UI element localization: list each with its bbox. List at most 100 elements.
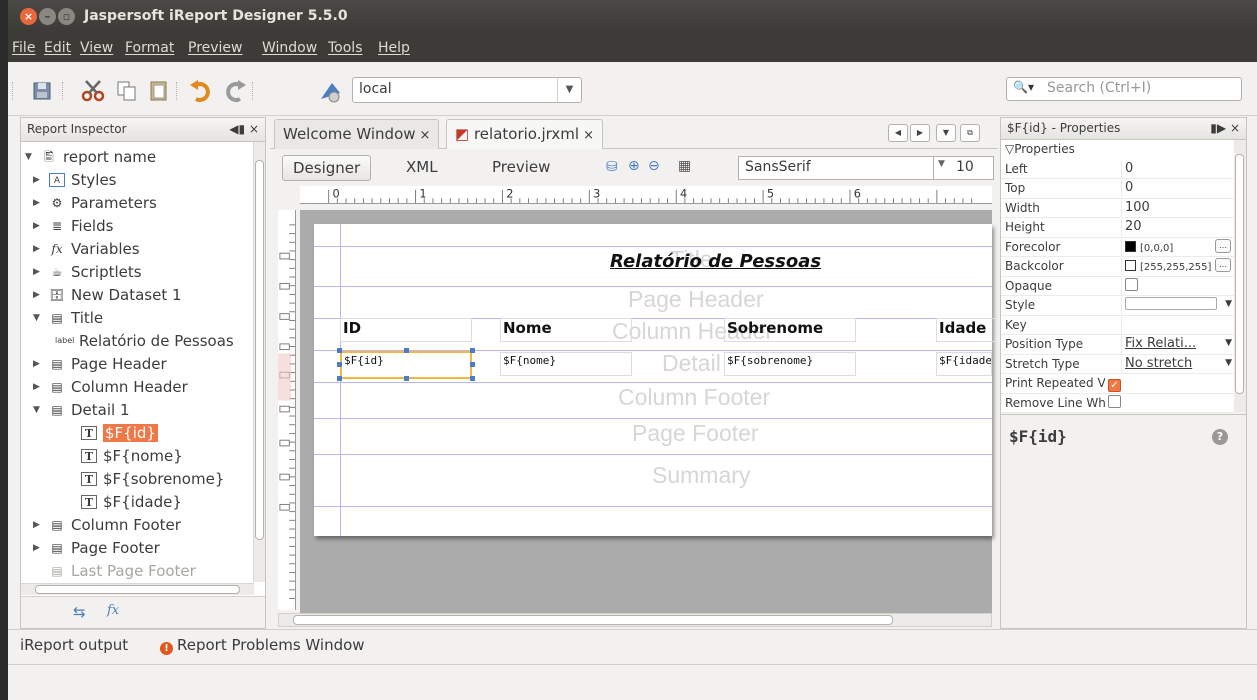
- menu-edit[interactable]: Edit: [44, 40, 71, 56]
- tree-title-band[interactable]: ▼ ▤ Title: [33, 307, 103, 329]
- close-window-icon[interactable]: ×: [20, 8, 37, 25]
- menu-preview[interactable]: Preview: [188, 40, 243, 56]
- property-section-header[interactable]: ▽Properties: [1001, 140, 1234, 160]
- header-id[interactable]: ID: [340, 318, 472, 342]
- tree-field-id[interactable]: T $F{id}: [77, 422, 158, 444]
- cut-icon[interactable]: [80, 79, 106, 103]
- properties-vertical-scrollbar[interactable]: [1234, 140, 1246, 412]
- property-row-forecolor[interactable]: Forecolor [0,0,0] …: [1001, 238, 1234, 257]
- scroll-tabs-left-icon[interactable]: ◀: [888, 124, 908, 142]
- panel-minimize-close-icon[interactable]: ▮▶ ×: [1210, 121, 1240, 135]
- menu-file[interactable]: File: [12, 40, 35, 56]
- tree-scriptlets[interactable]: ▶ ☕ Scriptlets: [33, 261, 142, 283]
- resize-handle[interactable]: [470, 362, 475, 367]
- resize-handle[interactable]: [337, 348, 342, 353]
- field-nome[interactable]: $F{nome}: [500, 352, 632, 376]
- menu-tools[interactable]: Tools: [328, 40, 363, 56]
- inspector-vertical-scrollbar[interactable]: [253, 142, 265, 582]
- ellipsis-button[interactable]: …: [1215, 258, 1231, 272]
- resize-handle[interactable]: [337, 362, 342, 367]
- minimize-window-icon[interactable]: –: [39, 8, 56, 25]
- tree-styles[interactable]: ▶ A Styles: [33, 169, 117, 191]
- tree-field-sobrenome[interactable]: T $F{sobrenome}: [77, 468, 224, 490]
- close-tab-icon[interactable]: ×: [583, 128, 594, 143]
- resize-handle[interactable]: [404, 348, 409, 353]
- save-all-icon[interactable]: [30, 79, 56, 103]
- tree-parameters[interactable]: ▶ ⚙ Parameters: [33, 192, 157, 214]
- resize-handle[interactable]: [470, 376, 475, 381]
- tree-variables[interactable]: ▶ fx Variables: [33, 238, 140, 260]
- ellipsis-button[interactable]: …: [1215, 238, 1231, 253]
- tree-fields[interactable]: ▶ ≣ Fields: [33, 215, 113, 237]
- undo-icon[interactable]: [188, 79, 214, 103]
- connection-select[interactable]: local ▼: [352, 77, 582, 103]
- font-size-select[interactable]: ▼ 10: [934, 156, 994, 180]
- zoom-in-icon[interactable]: ⊕: [628, 158, 640, 174]
- properties-icon[interactable]: ▦: [678, 158, 691, 174]
- tree-page-header[interactable]: ▶ ▤ Page Header: [33, 353, 167, 375]
- tree-field-nome[interactable]: T $F{nome}: [77, 445, 183, 467]
- property-row-backcolor[interactable]: Backcolor [255,255,255] …: [1001, 257, 1234, 277]
- add-parameter-icon[interactable]: ⇆: [73, 603, 86, 621]
- field-id-selected[interactable]: $F{id}: [340, 351, 472, 379]
- tab-welcome-window[interactable]: Welcome Window ×: [274, 119, 440, 149]
- property-row-remove-line[interactable]: Remove Line Whe: [1001, 394, 1234, 413]
- field-sobrenome[interactable]: $F{sobrenome}: [724, 352, 856, 376]
- tab-list-icon[interactable]: ▼: [936, 124, 956, 142]
- header-nome[interactable]: Nome: [500, 318, 632, 342]
- tab-ireport-output[interactable]: iReport output: [20, 636, 128, 654]
- maximize-window-icon[interactable]: ▫: [58, 8, 75, 25]
- report-title-text[interactable]: Relatório de Pessoas: [610, 251, 821, 272]
- property-row-style[interactable]: Style ▼: [1001, 296, 1234, 316]
- field-idade[interactable]: $F{idade}: [936, 352, 992, 376]
- property-row-print-repeated[interactable]: Print Repeated Va ✓: [1001, 374, 1234, 394]
- property-row-position-type[interactable]: Position Type Fix Relati... ▼: [1001, 335, 1234, 355]
- print-repeated-checkbox[interactable]: ✓: [1108, 379, 1121, 392]
- zoom-out-icon[interactable]: ⊖: [648, 158, 660, 174]
- copy-icon[interactable]: [114, 79, 140, 103]
- maximize-editor-icon[interactable]: ⧉: [960, 124, 980, 142]
- resize-handle[interactable]: [470, 348, 475, 353]
- scroll-tabs-right-icon[interactable]: ▶: [910, 124, 930, 142]
- design-canvas[interactable]: Title Page Header Column Header Detail C…: [300, 210, 996, 614]
- canvas-horizontal-scrollbar[interactable]: [278, 613, 992, 627]
- menu-window[interactable]: Window: [262, 40, 317, 56]
- resize-handle[interactable]: [337, 376, 342, 381]
- close-tab-icon[interactable]: ×: [420, 128, 431, 143]
- tab-report-problems[interactable]: ! Report Problems Window: [160, 636, 365, 655]
- tab-relatorio[interactable]: ◩ relatorio.jrxml ×: [446, 119, 603, 149]
- tree-column-footer[interactable]: ▶ ▤ Column Footer: [33, 514, 181, 536]
- tree-last-page-footer[interactable]: ▤ Last Page Footer: [33, 560, 196, 582]
- property-row-left[interactable]: Left 0: [1001, 160, 1234, 179]
- paste-icon[interactable]: [146, 79, 172, 103]
- resize-handle[interactable]: [404, 376, 409, 381]
- datasource-icon[interactable]: [318, 79, 344, 103]
- menu-format[interactable]: Format: [125, 40, 174, 56]
- tree-report-name[interactable]: ▼ 🖺 report name: [25, 146, 156, 168]
- property-row-top[interactable]: Top 0: [1001, 179, 1234, 199]
- designer-view-button[interactable]: Designer: [282, 155, 372, 181]
- header-sobrenome[interactable]: Sobrenome: [724, 318, 856, 342]
- remove-line-checkbox[interactable]: [1108, 394, 1121, 408]
- preview-view-button[interactable]: Preview: [482, 155, 560, 181]
- xml-view-button[interactable]: XML: [396, 155, 448, 181]
- property-row-opaque[interactable]: Opaque: [1001, 277, 1234, 296]
- menu-view[interactable]: View: [80, 40, 113, 56]
- tree-field-idade[interactable]: T $F{idade}: [77, 491, 182, 513]
- redo-icon[interactable]: [222, 79, 248, 103]
- add-variable-icon[interactable]: fx: [107, 603, 119, 618]
- tree-title-label[interactable]: label Relatório de Pessoas: [51, 330, 234, 352]
- help-icon[interactable]: ?: [1212, 429, 1228, 445]
- tree-detail-band[interactable]: ▼ ▤ Detail 1: [33, 399, 130, 421]
- tree-column-header[interactable]: ▶ ▤ Column Header: [33, 376, 188, 398]
- tree-new-dataset[interactable]: ▶ 🗄 New Dataset 1: [33, 284, 182, 306]
- tree-page-footer[interactable]: ▶ ▤ Page Footer: [33, 537, 160, 559]
- property-row-width[interactable]: Width 100: [1001, 199, 1234, 218]
- opaque-checkbox[interactable]: [1125, 277, 1138, 291]
- search-input[interactable]: 🔍▾ Search (Ctrl+I): [1006, 77, 1242, 101]
- panel-minimize-close-icon[interactable]: ◀▮ ×: [229, 122, 259, 136]
- font-family-select[interactable]: SansSerif: [738, 156, 934, 180]
- menu-help[interactable]: Help: [378, 40, 410, 56]
- datasource-icon[interactable]: ⛁: [606, 159, 618, 175]
- property-row-stretch-type[interactable]: Stretch Type No stretch ▼: [1001, 355, 1234, 374]
